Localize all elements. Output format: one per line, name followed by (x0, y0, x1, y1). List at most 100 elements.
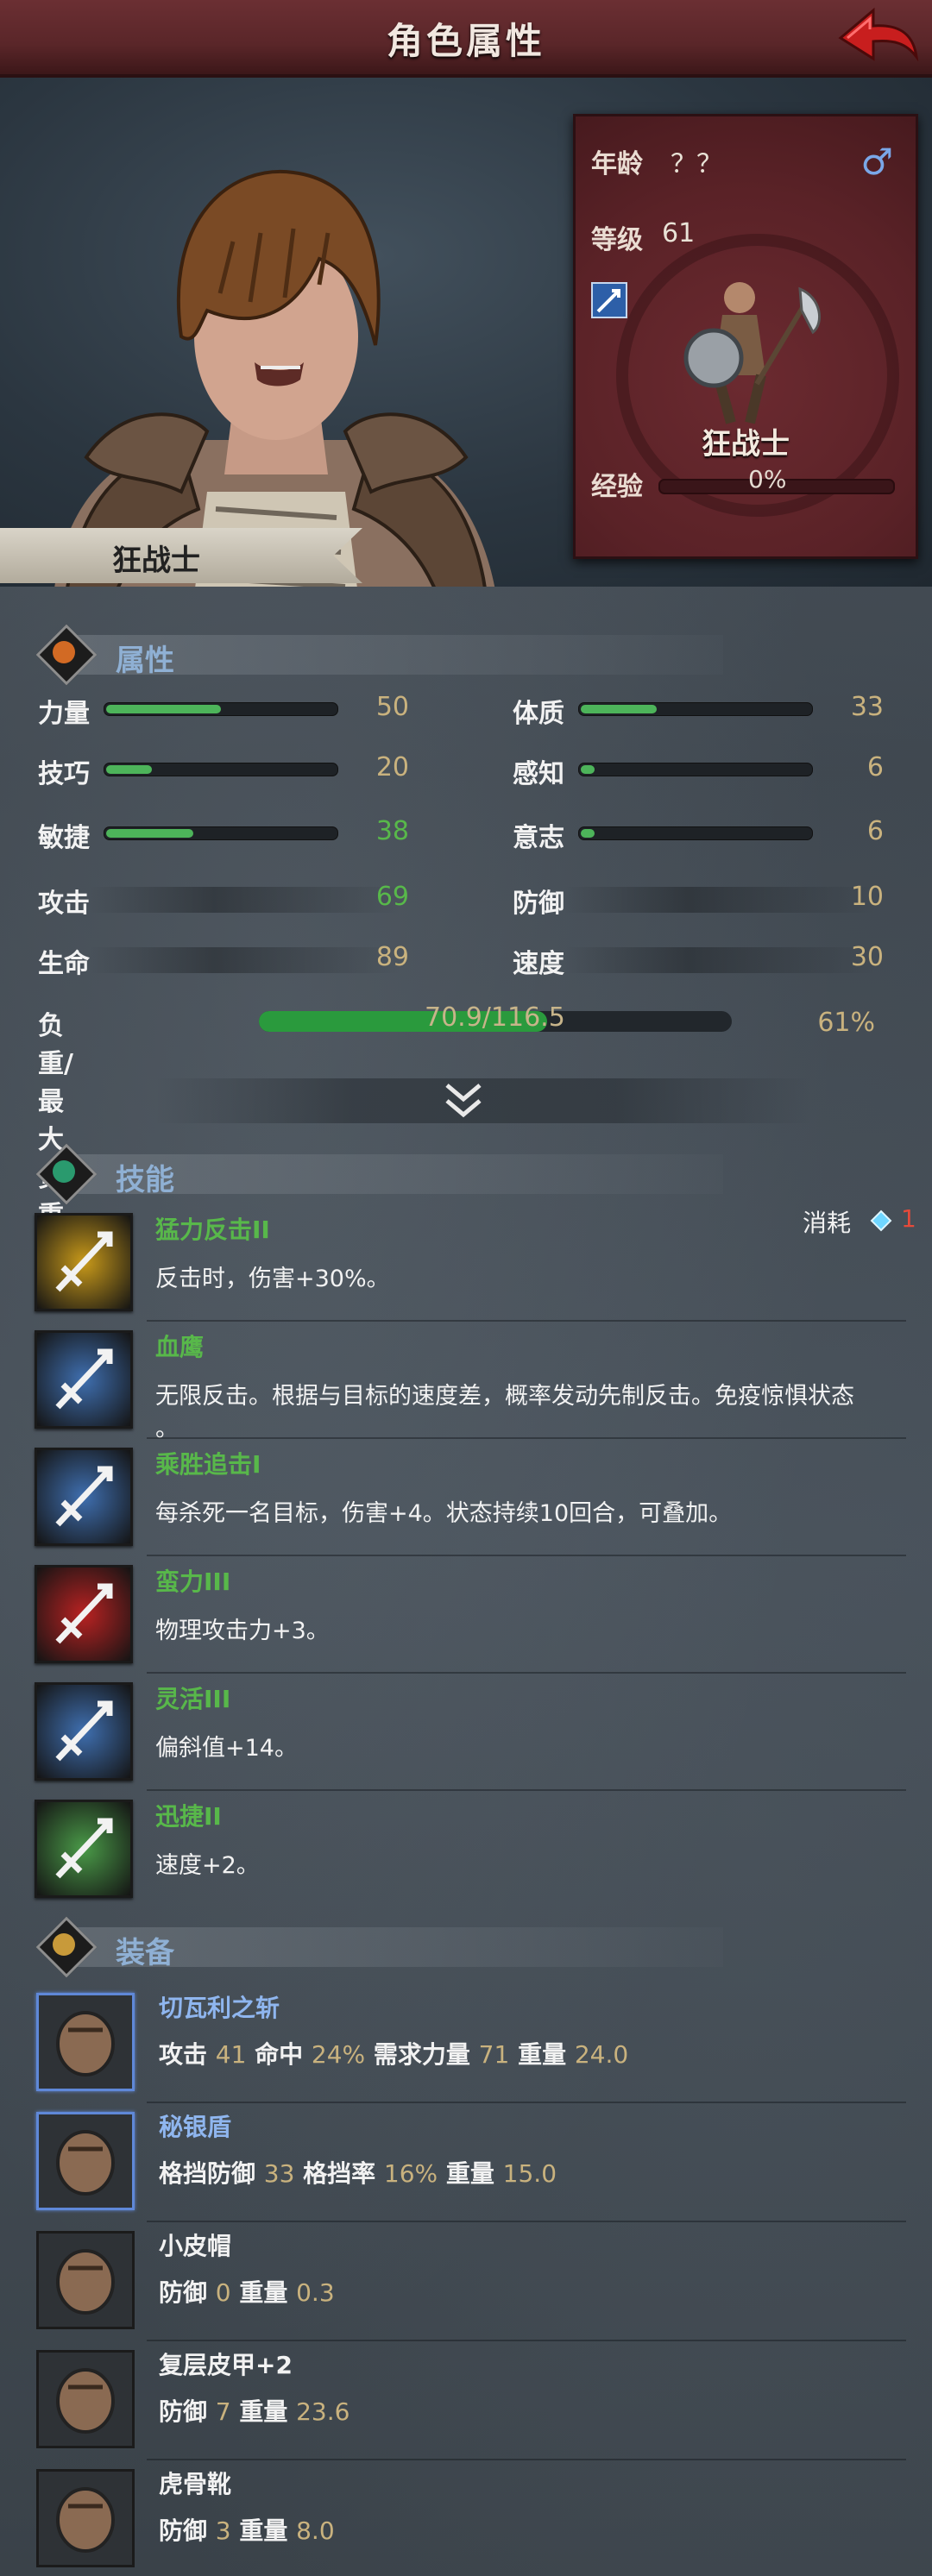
stat-key: 格挡防御 (159, 2159, 256, 2188)
row-divider (147, 2340, 906, 2341)
combat-row: 速度 30 (513, 942, 884, 979)
equipment-stats: 攻击 41 命中 24% 需求力量 71 重量 24.0 (159, 2036, 628, 2070)
stat-key: 命中 (255, 2040, 304, 2069)
stat-value: 33 (263, 2159, 295, 2188)
stat-value: 0.3 (296, 2278, 335, 2307)
gem-icon (870, 1209, 892, 1232)
attribute-row: 感知 6 (513, 752, 884, 789)
skill-icon[interactable] (35, 1565, 133, 1663)
attributes-title: 属性 (116, 644, 174, 678)
combat-value: 10 (850, 882, 884, 912)
stat-key: 防御 (159, 2278, 208, 2307)
stat-key: 格挡率 (303, 2159, 376, 2188)
attribute-bar (578, 763, 813, 776)
combat-value: 30 (850, 942, 884, 972)
skill-description: 速度+2。 (155, 1852, 260, 1879)
title-bar: 角色属性 (0, 0, 932, 78)
row-divider (147, 1672, 906, 1674)
combat-name: 防御 (513, 889, 564, 919)
attribute-value: 33 (850, 692, 884, 722)
combat-value: 89 (375, 942, 409, 972)
row-divider (147, 2102, 906, 2103)
attribute-row: 敏捷 38 (38, 816, 409, 853)
stat-key: 需求力量 (373, 2040, 470, 2069)
row-divider (147, 2459, 906, 2460)
skill-icon[interactable] (35, 1330, 133, 1429)
skill-icon[interactable] (35, 1682, 133, 1781)
equipment-icon[interactable] (36, 2350, 135, 2448)
equipment-icon[interactable] (36, 2112, 135, 2210)
skill-name: 灵活III (155, 1685, 231, 1713)
equipment-title: 装备 (116, 1936, 174, 1970)
equipment-name: 虎骨靴 (159, 2470, 232, 2498)
cost-value: 1 (901, 1204, 916, 1233)
attribute-bar-fill (106, 705, 221, 713)
row-divider (147, 1555, 906, 1556)
exp-value: 0% (748, 465, 787, 493)
equipment-name: 秘银盾 (159, 2113, 232, 2141)
stat-key: 重量 (239, 2397, 288, 2426)
person-icon (53, 641, 75, 663)
skill-name: 蛮力III (155, 1568, 231, 1596)
stat-value: 24% (311, 2040, 366, 2069)
attribute-row: 技巧 20 (38, 752, 409, 789)
skill-name: 血鹰 (155, 1333, 205, 1361)
equipment-icon[interactable] (36, 1993, 135, 2091)
stat-key: 防御 (159, 2397, 208, 2426)
attribute-name: 体质 (513, 699, 564, 729)
age-value: ？？ (671, 149, 722, 179)
equipment-stats: 防御 3 重量 8.0 (159, 2512, 335, 2547)
attribute-bar (104, 702, 338, 716)
class-name: 狂战士 (702, 427, 790, 462)
stat-value: 7 (215, 2397, 231, 2426)
stat-value: 8.0 (296, 2516, 335, 2545)
row-divider (147, 1789, 906, 1791)
skill-description: 反击时，伤害+30%。 (155, 1266, 390, 1292)
skill-description: 无限反击。根据与目标的速度差，概率发动先制反击。免疫惊惧状态 (155, 1383, 854, 1410)
stat-key: 重量 (445, 2159, 494, 2188)
exp-label: 经验 (591, 472, 643, 502)
chevron-double-down-icon[interactable] (442, 1078, 485, 1123)
combat-name: 生命 (38, 949, 90, 979)
stat-key: 重量 (239, 2278, 288, 2307)
stat-value: 24.0 (574, 2040, 629, 2069)
equipment-name: 复层皮甲+2 (159, 2351, 293, 2379)
stat-key: 防御 (159, 2516, 208, 2545)
attribute-bar (104, 763, 338, 776)
stat-value: 15.0 (502, 2159, 557, 2188)
character-name: 狂战士 (112, 543, 200, 578)
combat-name: 速度 (513, 949, 564, 979)
skill-icon[interactable] (35, 1800, 133, 1898)
equipment-icon[interactable] (36, 2231, 135, 2329)
age-label: 年龄 (591, 149, 643, 179)
attribute-name: 敏捷 (38, 823, 90, 853)
skill-icon[interactable] (35, 1448, 133, 1546)
equipment-stats: 格挡防御 33 格挡率 16% 重量 15.0 (159, 2155, 557, 2190)
skills-title: 技能 (116, 1163, 174, 1197)
combat-name: 攻击 (38, 889, 90, 919)
skills-header: 技能 (33, 1143, 896, 1205)
star-icon (53, 1160, 75, 1183)
class-figure (683, 282, 821, 424)
skill-name: 乘胜追击I (155, 1450, 261, 1479)
level-value: 61 (662, 218, 696, 248)
attribute-row: 意志 6 (513, 816, 884, 853)
attribute-bar-fill (106, 829, 194, 838)
attribute-bar-fill (106, 765, 153, 774)
attribute-value: 6 (866, 816, 884, 846)
skill-description: 物理攻击力+3。 (155, 1618, 330, 1644)
equipment-name: 小皮帽 (159, 2232, 232, 2260)
skill-icon[interactable] (35, 1213, 133, 1311)
attribute-bar (578, 702, 813, 716)
attribute-name: 力量 (38, 699, 90, 729)
class-skill-icon[interactable] (591, 282, 627, 318)
equipment-header: 装备 (33, 1916, 896, 1978)
skill-description: 偏斜值+14。 (155, 1735, 298, 1762)
load-percent: 61% (817, 1008, 875, 1038)
attribute-value: 50 (375, 692, 409, 722)
character-card: 年龄 ？？ ♂ 等级 61 狂战士 经验 0% (573, 114, 918, 559)
row-divider (147, 1437, 906, 1439)
back-arrow-icon[interactable] (834, 5, 920, 71)
attribute-name: 感知 (513, 759, 564, 789)
equipment-icon[interactable] (36, 2469, 135, 2567)
